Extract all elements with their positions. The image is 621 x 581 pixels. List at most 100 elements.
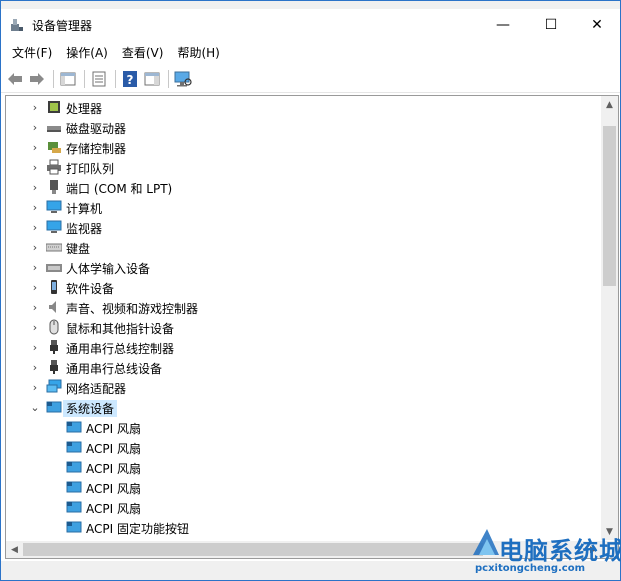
action-pane-icon (144, 72, 160, 85)
tree-category-sound[interactable]: › 声音、视频和游戏控制器 (6, 297, 602, 317)
chevron-right-icon[interactable]: › (30, 101, 40, 114)
tree-label: ACPI 固定功能按钮 (86, 522, 189, 536)
back-button[interactable] (5, 69, 25, 89)
tree-label: 存储控制器 (66, 142, 127, 156)
tree-category-disk-drives[interactable]: › 磁盘驱动器 (6, 117, 602, 137)
tree-label: 键盘 (66, 242, 91, 256)
properties-button[interactable] (89, 69, 109, 89)
monitor-scan-icon (174, 71, 192, 86)
help-icon: ? (123, 70, 137, 87)
chevron-right-icon[interactable]: › (30, 281, 40, 294)
chevron-right-icon[interactable]: › (30, 201, 40, 214)
menu-help[interactable]: 帮助(H) (170, 42, 226, 64)
scan-hardware-button[interactable] (173, 69, 193, 89)
tree-category-system-devices[interactable]: ⌄ 系统设备 (6, 397, 602, 417)
chevron-right-icon[interactable]: › (30, 341, 40, 354)
minimize-button[interactable]: — (480, 9, 526, 41)
scroll-up-icon[interactable]: ▲ (601, 96, 618, 113)
horizontal-scroll-thumb[interactable] (23, 543, 483, 556)
chevron-right-icon[interactable]: › (30, 141, 40, 154)
chevron-right-icon[interactable]: › (30, 161, 40, 174)
menu-file[interactable]: 文件(F) (5, 42, 59, 64)
properties-icon (92, 71, 106, 86)
chevron-right-icon[interactable]: › (30, 321, 40, 334)
maximize-button[interactable]: ☐ (528, 9, 574, 41)
tree-label: ACPI 风扇 (86, 422, 141, 436)
toolbar-separator (115, 69, 116, 88)
tree-label: 声音、视频和游戏控制器 (66, 302, 199, 316)
device-manager-window: 设备管理器 — ☐ ✕ 文件(F) 操作(A) 查看(V) 帮助(H) ? › … (0, 0, 621, 581)
port-icon (50, 180, 58, 194)
tree-category-keyboards[interactable]: › 键盘 (6, 237, 602, 257)
menu-bar: 文件(F) 操作(A) 查看(V) 帮助(H) (1, 41, 620, 65)
action-pane-button[interactable] (142, 69, 162, 89)
tree-category-monitors[interactable]: › 监视器 (6, 217, 602, 237)
watermark-logo-icon (473, 529, 499, 555)
title-bar[interactable]: 设备管理器 — ☐ ✕ (1, 9, 620, 41)
back-arrow-icon (8, 72, 22, 85)
toolbar: ? (1, 65, 620, 93)
tree-child-acpi-fan[interactable]: ACPI 风扇 (6, 457, 602, 477)
tree-category-mice[interactable]: › 鼠标和其他指针设备 (6, 317, 602, 337)
system-device-icon (66, 481, 82, 493)
tree-category-computer[interactable]: › 计算机 (6, 197, 602, 217)
vertical-scrollbar[interactable]: ▲ ▼ (601, 96, 618, 540)
usb-icon (50, 360, 58, 374)
window-title: 设备管理器 (32, 19, 93, 33)
network-adapter-icon (46, 379, 62, 393)
disk-drive-icon (47, 126, 61, 132)
tree-label: 端口 (COM 和 LPT) (66, 182, 173, 196)
chevron-right-icon[interactable]: › (30, 181, 40, 194)
tree-category-storage-controllers[interactable]: › 存储控制器 (6, 137, 602, 157)
chevron-right-icon[interactable]: › (30, 261, 40, 274)
hid-icon (46, 264, 62, 272)
printer-icon (47, 159, 61, 175)
svg-text:?: ? (127, 73, 134, 87)
tree-child-acpi-fan[interactable]: ACPI 风扇 (6, 497, 602, 517)
tree-label: 磁盘驱动器 (66, 122, 127, 136)
chevron-right-icon[interactable]: › (30, 381, 40, 394)
tree-label: 网络适配器 (66, 382, 127, 396)
tree-child-acpi-fan[interactable]: ACPI 风扇 (6, 477, 602, 497)
chevron-right-icon[interactable]: › (30, 241, 40, 254)
tree-category-software-devices[interactable]: › 软件设备 (6, 277, 602, 297)
show-hide-console-tree-button[interactable] (58, 69, 78, 89)
system-device-icon (66, 461, 82, 473)
tree-category-ports[interactable]: › 端口 (COM 和 LPT) (6, 177, 602, 197)
scroll-left-icon[interactable]: ◀ (6, 541, 23, 558)
tree-child-acpi-fan[interactable]: ACPI 风扇 (6, 437, 602, 457)
vertical-scroll-thumb[interactable] (603, 126, 616, 286)
chevron-right-icon[interactable]: › (30, 221, 40, 234)
tree-label: ACPI 风扇 (86, 442, 141, 456)
close-button[interactable]: ✕ (574, 9, 620, 41)
tree-category-processor[interactable]: › 处理器 (6, 97, 602, 117)
toolbar-separator (168, 69, 169, 88)
device-tree-panel: › 处理器 › 磁盘驱动器 › 存储控制器 › 打印队列 › 端口 (COM 和… (5, 95, 619, 559)
watermark-title: 电脑系统城 (499, 536, 621, 565)
processor-icon (48, 101, 60, 113)
tree-category-usb-devices[interactable]: › 通用串行总线设备 (6, 357, 602, 377)
chevron-right-icon[interactable]: › (30, 301, 40, 314)
chevron-right-icon[interactable]: › (30, 121, 40, 134)
tree-category-hid[interactable]: › 人体学输入设备 (6, 257, 602, 277)
system-device-icon (66, 441, 82, 453)
tree-label: 监视器 (66, 222, 103, 236)
tree-category-network-adapters[interactable]: › 网络适配器 (6, 377, 602, 397)
chevron-right-icon[interactable]: › (30, 361, 40, 374)
tree-label: ACPI 风扇 (86, 462, 141, 476)
forward-button[interactable] (27, 69, 47, 89)
tree-category-print-queues[interactable]: › 打印队列 (6, 157, 602, 177)
tree-category-usb-controllers[interactable]: › 通用串行总线控制器 (6, 337, 602, 357)
sound-icon (49, 301, 56, 313)
menu-view[interactable]: 查看(V) (115, 42, 171, 64)
chevron-down-icon[interactable]: ⌄ (30, 401, 40, 414)
help-button[interactable]: ? (120, 69, 140, 89)
system-device-icon (66, 521, 82, 533)
tree-child-acpi-fan[interactable]: ACPI 风扇 (6, 417, 602, 437)
menu-action[interactable]: 操作(A) (59, 42, 115, 64)
console-tree-icon (60, 72, 76, 85)
monitor-icon (46, 220, 62, 233)
tree-label: 软件设备 (66, 282, 115, 296)
device-tree[interactable]: › 处理器 › 磁盘驱动器 › 存储控制器 › 打印队列 › 端口 (COM 和… (6, 96, 602, 540)
system-device-icon (66, 421, 82, 433)
